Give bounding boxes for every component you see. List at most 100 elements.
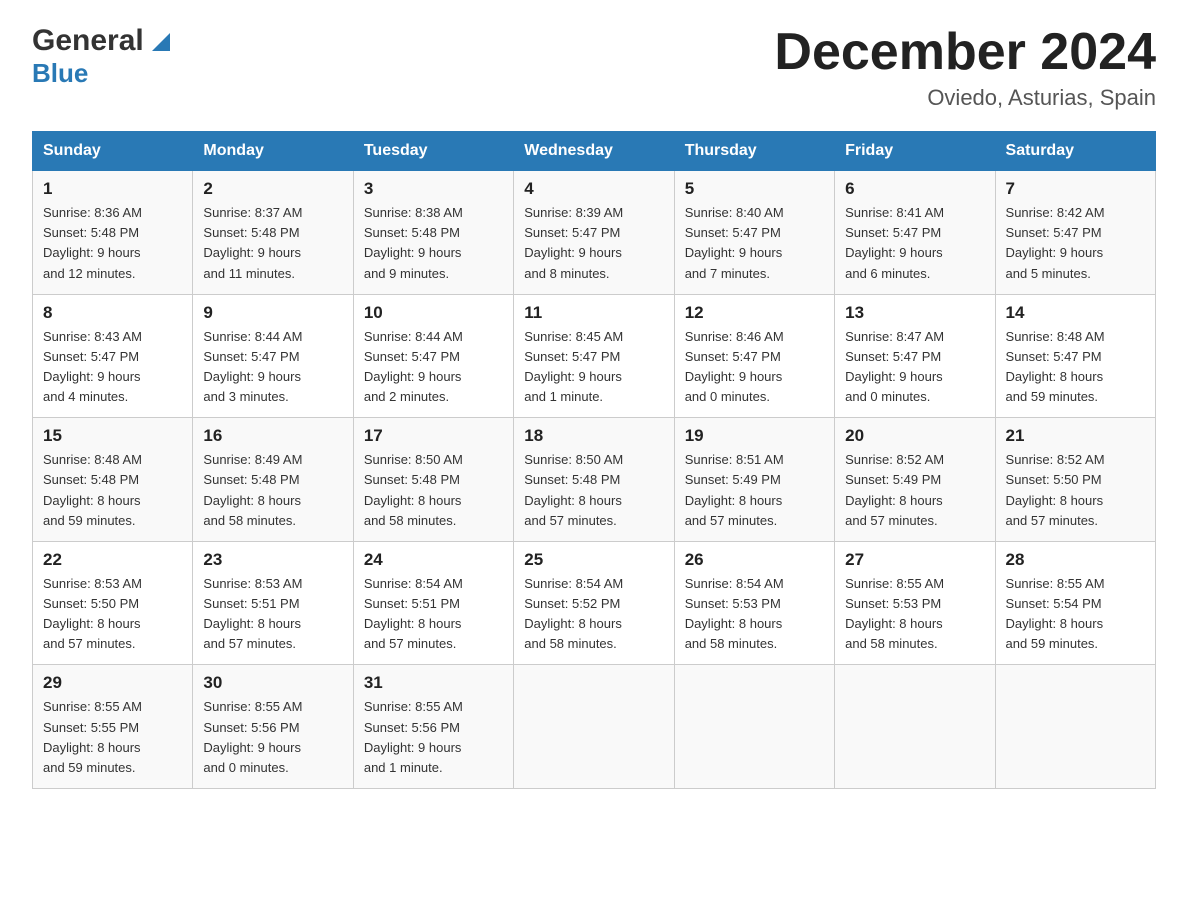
day-info: Sunrise: 8:52 AMSunset: 5:50 PMDaylight:… — [1006, 450, 1145, 531]
day-number: 13 — [845, 303, 984, 323]
day-number: 11 — [524, 303, 663, 323]
day-number: 16 — [203, 426, 342, 446]
calendar-cell: 8 Sunrise: 8:43 AMSunset: 5:47 PMDaylight… — [33, 294, 193, 418]
day-info: Sunrise: 8:54 AMSunset: 5:51 PMDaylight:… — [364, 574, 503, 655]
calendar-cell: 18 Sunrise: 8:50 AMSunset: 5:48 PMDayligh… — [514, 418, 674, 542]
day-info: Sunrise: 8:53 AMSunset: 5:51 PMDaylight:… — [203, 574, 342, 655]
calendar-header-day: Thursday — [674, 132, 834, 171]
calendar-cell: 3Sunrise: 8:38 AMSunset: 5:48 PMDaylight… — [353, 171, 513, 295]
day-number: 7 — [1006, 179, 1145, 199]
day-info: Sunrise: 8:50 AMSunset: 5:48 PMDaylight:… — [524, 450, 663, 531]
calendar-header-day: Sunday — [33, 132, 193, 171]
logo-triangle-icon — [148, 29, 174, 55]
day-info: Sunrise: 8:38 AMSunset: 5:48 PMDaylight:… — [364, 203, 503, 284]
calendar-week-row: 15 Sunrise: 8:48 AMSunset: 5:48 PMDayligh… — [33, 418, 1156, 542]
day-info: Sunrise: 8:41 AMSunset: 5:47 PMDaylight:… — [845, 203, 984, 284]
day-info: Sunrise: 8:55 AMSunset: 5:55 PMDaylight:… — [43, 697, 182, 778]
day-number: 10 — [364, 303, 503, 323]
calendar-cell: 29 Sunrise: 8:55 AMSunset: 5:55 PMDayligh… — [33, 665, 193, 789]
day-info: Sunrise: 8:50 AMSunset: 5:48 PMDaylight:… — [364, 450, 503, 531]
calendar-cell — [995, 665, 1155, 789]
logo-blue-text: Blue — [32, 58, 88, 88]
calendar-cell — [514, 665, 674, 789]
day-number: 2 — [203, 179, 342, 199]
calendar-cell: 17 Sunrise: 8:50 AMSunset: 5:48 PMDayligh… — [353, 418, 513, 542]
day-number: 5 — [685, 179, 824, 199]
calendar-cell: 16Sunrise: 8:49 AMSunset: 5:48 PMDayligh… — [193, 418, 353, 542]
day-number: 22 — [43, 550, 182, 570]
day-info: Sunrise: 8:47 AMSunset: 5:47 PMDaylight:… — [845, 327, 984, 408]
calendar-header-day: Monday — [193, 132, 353, 171]
day-number: 15 — [43, 426, 182, 446]
calendar-cell: 2 Sunrise: 8:37 AMSunset: 5:48 PMDaylight… — [193, 171, 353, 295]
day-number: 21 — [1006, 426, 1145, 446]
calendar-cell: 19Sunrise: 8:51 AMSunset: 5:49 PMDayligh… — [674, 418, 834, 542]
calendar-cell: 31 Sunrise: 8:55 AMSunset: 5:56 PMDayligh… — [353, 665, 513, 789]
day-number: 25 — [524, 550, 663, 570]
day-info: Sunrise: 8:53 AMSunset: 5:50 PMDaylight:… — [43, 574, 182, 655]
calendar-week-row: 8 Sunrise: 8:43 AMSunset: 5:47 PMDaylight… — [33, 294, 1156, 418]
day-number: 6 — [845, 179, 984, 199]
calendar-cell: 24 Sunrise: 8:54 AMSunset: 5:51 PMDayligh… — [353, 541, 513, 665]
calendar-cell — [835, 665, 995, 789]
day-number: 29 — [43, 673, 182, 693]
day-info: Sunrise: 8:52 AMSunset: 5:49 PMDaylight:… — [845, 450, 984, 531]
calendar-header-day: Friday — [835, 132, 995, 171]
day-number: 8 — [43, 303, 182, 323]
logo-general-text: General — [32, 24, 144, 58]
calendar-cell: 7 Sunrise: 8:42 AMSunset: 5:47 PMDaylight… — [995, 171, 1155, 295]
day-info: Sunrise: 8:39 AMSunset: 5:47 PMDaylight:… — [524, 203, 663, 284]
calendar-cell: 22 Sunrise: 8:53 AMSunset: 5:50 PMDayligh… — [33, 541, 193, 665]
day-number: 18 — [524, 426, 663, 446]
calendar-cell: 27Sunrise: 8:55 AMSunset: 5:53 PMDayligh… — [835, 541, 995, 665]
day-number: 26 — [685, 550, 824, 570]
day-info: Sunrise: 8:40 AMSunset: 5:47 PMDaylight:… — [685, 203, 824, 284]
day-info: Sunrise: 8:36 AMSunset: 5:48 PMDaylight:… — [43, 203, 182, 284]
day-number: 20 — [845, 426, 984, 446]
day-info: Sunrise: 8:48 AMSunset: 5:48 PMDaylight:… — [43, 450, 182, 531]
day-info: Sunrise: 8:46 AMSunset: 5:47 PMDaylight:… — [685, 327, 824, 408]
day-info: Sunrise: 8:55 AMSunset: 5:56 PMDaylight:… — [364, 697, 503, 778]
calendar-cell: 11 Sunrise: 8:45 AMSunset: 5:47 PMDayligh… — [514, 294, 674, 418]
day-number: 31 — [364, 673, 503, 693]
month-title: December 2024 — [774, 24, 1156, 81]
day-number: 17 — [364, 426, 503, 446]
calendar-cell: 9 Sunrise: 8:44 AMSunset: 5:47 PMDaylight… — [193, 294, 353, 418]
calendar-cell: 25Sunrise: 8:54 AMSunset: 5:52 PMDayligh… — [514, 541, 674, 665]
day-info: Sunrise: 8:51 AMSunset: 5:49 PMDaylight:… — [685, 450, 824, 531]
calendar-week-row: 1Sunrise: 8:36 AMSunset: 5:48 PMDaylight… — [33, 171, 1156, 295]
calendar-cell: 10Sunrise: 8:44 AMSunset: 5:47 PMDayligh… — [353, 294, 513, 418]
day-info: Sunrise: 8:55 AMSunset: 5:56 PMDaylight:… — [203, 697, 342, 778]
calendar-cell: 12 Sunrise: 8:46 AMSunset: 5:47 PMDayligh… — [674, 294, 834, 418]
day-info: Sunrise: 8:45 AMSunset: 5:47 PMDaylight:… — [524, 327, 663, 408]
day-number: 24 — [364, 550, 503, 570]
calendar-cell: 26 Sunrise: 8:54 AMSunset: 5:53 PMDayligh… — [674, 541, 834, 665]
logo: General Blue — [32, 24, 174, 89]
day-info: Sunrise: 8:43 AMSunset: 5:47 PMDaylight:… — [43, 327, 182, 408]
calendar-header-day: Wednesday — [514, 132, 674, 171]
calendar-cell: 6 Sunrise: 8:41 AMSunset: 5:47 PMDaylight… — [835, 171, 995, 295]
calendar-cell: 1Sunrise: 8:36 AMSunset: 5:48 PMDaylight… — [33, 171, 193, 295]
day-info: Sunrise: 8:54 AMSunset: 5:53 PMDaylight:… — [685, 574, 824, 655]
day-number: 14 — [1006, 303, 1145, 323]
calendar-header-day: Saturday — [995, 132, 1155, 171]
day-info: Sunrise: 8:44 AMSunset: 5:47 PMDaylight:… — [203, 327, 342, 408]
calendar-cell: 20 Sunrise: 8:52 AMSunset: 5:49 PMDayligh… — [835, 418, 995, 542]
day-info: Sunrise: 8:37 AMSunset: 5:48 PMDaylight:… — [203, 203, 342, 284]
title-section: December 2024 Oviedo, Asturias, Spain — [774, 24, 1156, 111]
day-number: 9 — [203, 303, 342, 323]
calendar-cell: 13 Sunrise: 8:47 AMSunset: 5:47 PMDayligh… — [835, 294, 995, 418]
day-number: 12 — [685, 303, 824, 323]
day-number: 23 — [203, 550, 342, 570]
calendar-cell: 4 Sunrise: 8:39 AMSunset: 5:47 PMDaylight… — [514, 171, 674, 295]
day-info: Sunrise: 8:55 AMSunset: 5:53 PMDaylight:… — [845, 574, 984, 655]
calendar-week-row: 22 Sunrise: 8:53 AMSunset: 5:50 PMDayligh… — [33, 541, 1156, 665]
calendar-cell: 5 Sunrise: 8:40 AMSunset: 5:47 PMDaylight… — [674, 171, 834, 295]
calendar-cell: 23 Sunrise: 8:53 AMSunset: 5:51 PMDayligh… — [193, 541, 353, 665]
day-info: Sunrise: 8:42 AMSunset: 5:47 PMDaylight:… — [1006, 203, 1145, 284]
day-number: 4 — [524, 179, 663, 199]
calendar-header-day: Tuesday — [353, 132, 513, 171]
day-number: 30 — [203, 673, 342, 693]
calendar-cell: 14Sunrise: 8:48 AMSunset: 5:47 PMDayligh… — [995, 294, 1155, 418]
calendar-table: SundayMondayTuesdayWednesdayThursdayFrid… — [32, 131, 1156, 789]
